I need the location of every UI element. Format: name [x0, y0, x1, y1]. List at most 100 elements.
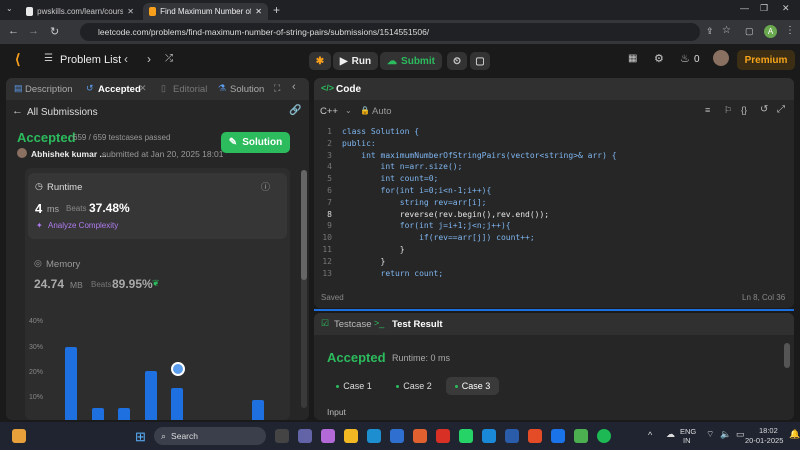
tab-test-result[interactable]: Test Result — [392, 319, 443, 330]
close-tab-icon[interactable]: ✕ — [139, 83, 147, 94]
your-submission-marker[interactable] — [171, 362, 185, 376]
chart-bar[interactable] — [65, 346, 77, 420]
problem-list-link[interactable]: Problem List — [60, 54, 121, 66]
tab-search-icon[interactable]: ⌄ — [6, 4, 13, 13]
code-line[interactable]: 12 } — [314, 257, 385, 269]
case-3-tab[interactable]: Case 3 — [446, 377, 499, 395]
maximize-button[interactable]: ❐ — [760, 3, 768, 14]
collapse-icon[interactable]: ‹ — [292, 81, 296, 93]
close-icon[interactable]: ✕ — [127, 7, 134, 16]
battery-icon[interactable]: ▭ — [736, 429, 745, 440]
wifi-icon[interactable]: ⌔ — [706, 429, 714, 440]
format-icon[interactable]: ≡ — [705, 105, 710, 115]
file-explorer-icon[interactable] — [344, 429, 358, 443]
extension-icon[interactable]: ▢ — [745, 26, 754, 37]
taskbar-search[interactable]: ⌕ Search — [154, 427, 266, 445]
chart-bar[interactable] — [145, 371, 157, 420]
code-editor[interactable]: 1 class Solution {2 public: 3 int maximumNu… — [314, 127, 794, 284]
copilot-icon[interactable] — [321, 429, 335, 443]
language-indicator[interactable]: ENG — [680, 427, 696, 436]
case-2-tab[interactable]: Case 2 — [391, 377, 437, 395]
prev-problem-icon[interactable]: ‹ — [124, 52, 128, 66]
expand-icon[interactable]: ⛶ — [274, 83, 280, 94]
spotify-icon[interactable] — [597, 429, 611, 443]
submitter-name[interactable]: Abhishek kumar ... — [31, 149, 107, 159]
scrollbar[interactable] — [301, 170, 307, 408]
leetcode-logo-icon[interactable]: ⟨ — [15, 51, 20, 68]
minimize-button[interactable]: — — [740, 3, 749, 13]
browser-tab-leetcode[interactable]: Find Maximum Number of String✕ — [143, 3, 268, 20]
url-field[interactable]: leetcode.com/problems/find-maximum-numbe… — [80, 23, 700, 41]
fullscreen-icon[interactable]: ⤢ — [777, 104, 785, 115]
chart-bar[interactable] — [252, 400, 264, 420]
chrome-active-icon[interactable] — [574, 429, 588, 443]
code-line[interactable]: 13 return count; — [314, 269, 443, 281]
code-line[interactable]: 2 public: — [314, 139, 376, 151]
notification-icon[interactable]: 🔔 — [789, 429, 800, 440]
premium-button[interactable]: Premium — [737, 50, 795, 70]
chart-bar[interactable] — [171, 388, 183, 420]
result-scrollbar[interactable] — [784, 343, 790, 368]
code-line[interactable]: 8 reverse(rev.begin(),rev.end()); — [314, 210, 549, 222]
bookmark-icon[interactable]: ⚐ — [724, 105, 732, 116]
app-icon[interactable] — [436, 429, 450, 443]
share-icon[interactable]: ⇪ — [706, 26, 714, 37]
volume-icon[interactable]: 🔈 — [720, 429, 731, 440]
chrome-icon[interactable] — [528, 429, 542, 443]
forward-icon[interactable]: → — [28, 25, 39, 37]
profile-avatar[interactable]: A — [764, 25, 777, 38]
code-line[interactable]: 6 for(int i=0;i<n-1;i++){ — [314, 186, 491, 198]
code-line[interactable]: 4 int n=arr.size(); — [314, 162, 462, 174]
case-1-tab[interactable]: Case 1 — [331, 377, 377, 395]
chart-bar[interactable] — [118, 407, 130, 420]
reset-icon[interactable]: ↺ — [760, 104, 768, 115]
new-tab-button[interactable]: + — [273, 3, 280, 17]
edge-icon[interactable] — [367, 429, 381, 443]
link-icon[interactable]: 🔗 — [289, 105, 301, 116]
tab-solutions[interactable]: Solution — [230, 84, 264, 95]
runtime-card[interactable]: ◷ Runtime ⓘ 4 ms Beats 37.48% ✦ Analyze … — [28, 173, 287, 239]
code-line[interactable]: 9 for(int j=i+1;j<n;j++){ — [314, 221, 510, 233]
language-select[interactable]: C++ — [320, 106, 338, 117]
bookmark-star-icon[interactable]: ☆ — [722, 25, 731, 36]
code-line[interactable]: 10 if(rev==arr[j]) count++; — [314, 233, 534, 245]
whatsapp-icon[interactable] — [459, 429, 473, 443]
browser-tab-pwskills[interactable]: pwskills.com/learn/course/deci✕ — [20, 3, 140, 20]
analyze-complexity-link[interactable]: Analyze Complexity — [48, 221, 118, 230]
tray-icon[interactable]: ☁ — [666, 429, 675, 440]
app-icon[interactable] — [551, 429, 565, 443]
solution-button[interactable]: ✎ Solution — [221, 132, 290, 153]
word-icon[interactable] — [505, 429, 519, 443]
timer-icon[interactable]: ⏲ — [447, 52, 467, 70]
code-line[interactable]: 3 int maximumNumberOfStringPairs(vector<… — [314, 151, 616, 163]
chevron-up-icon[interactable]: ^ — [648, 430, 652, 440]
code-line[interactable]: 11 } — [314, 245, 404, 257]
store-icon[interactable] — [390, 429, 404, 443]
run-button[interactable]: ▶ Run — [333, 52, 378, 70]
settings-gear-icon[interactable]: ⚙ — [654, 52, 664, 65]
tab-testcase[interactable]: Testcase — [334, 319, 372, 330]
notes-icon[interactable]: ▢ — [470, 52, 490, 70]
menu-icon[interactable]: ⋮ — [785, 25, 795, 36]
task-view-icon[interactable] — [275, 429, 289, 443]
debug-icon[interactable]: ✱ — [309, 52, 331, 70]
auto-mode[interactable]: Auto — [372, 106, 392, 117]
tab-accepted[interactable]: Accepted — [98, 84, 141, 95]
next-problem-icon[interactable]: › — [147, 52, 151, 66]
close-icon[interactable]: ✕ — [255, 7, 262, 16]
code-line[interactable]: 7 string rev=arr[i]; — [314, 198, 486, 210]
code-line[interactable]: 1 class Solution { — [314, 127, 419, 139]
close-window-button[interactable]: ✕ — [782, 3, 790, 14]
memory-label[interactable]: Memory — [46, 259, 80, 270]
shuffle-icon[interactable]: ⤮ — [165, 53, 173, 64]
braces-icon[interactable]: {} — [741, 105, 747, 115]
clock-time[interactable]: 18:02 — [759, 426, 778, 435]
app-icon[interactable] — [413, 429, 427, 443]
panel-splitter[interactable] — [314, 309, 794, 311]
user-avatar[interactable] — [713, 50, 729, 66]
back-arrow-icon[interactable]: ← — [12, 105, 23, 117]
windows-start-icon[interactable]: ⊞ — [135, 429, 146, 445]
reload-icon[interactable]: ↻ — [50, 25, 59, 38]
code-line[interactable]: 5 int count=0; — [314, 174, 438, 186]
submit-button[interactable]: ☁ Submit — [380, 52, 442, 70]
